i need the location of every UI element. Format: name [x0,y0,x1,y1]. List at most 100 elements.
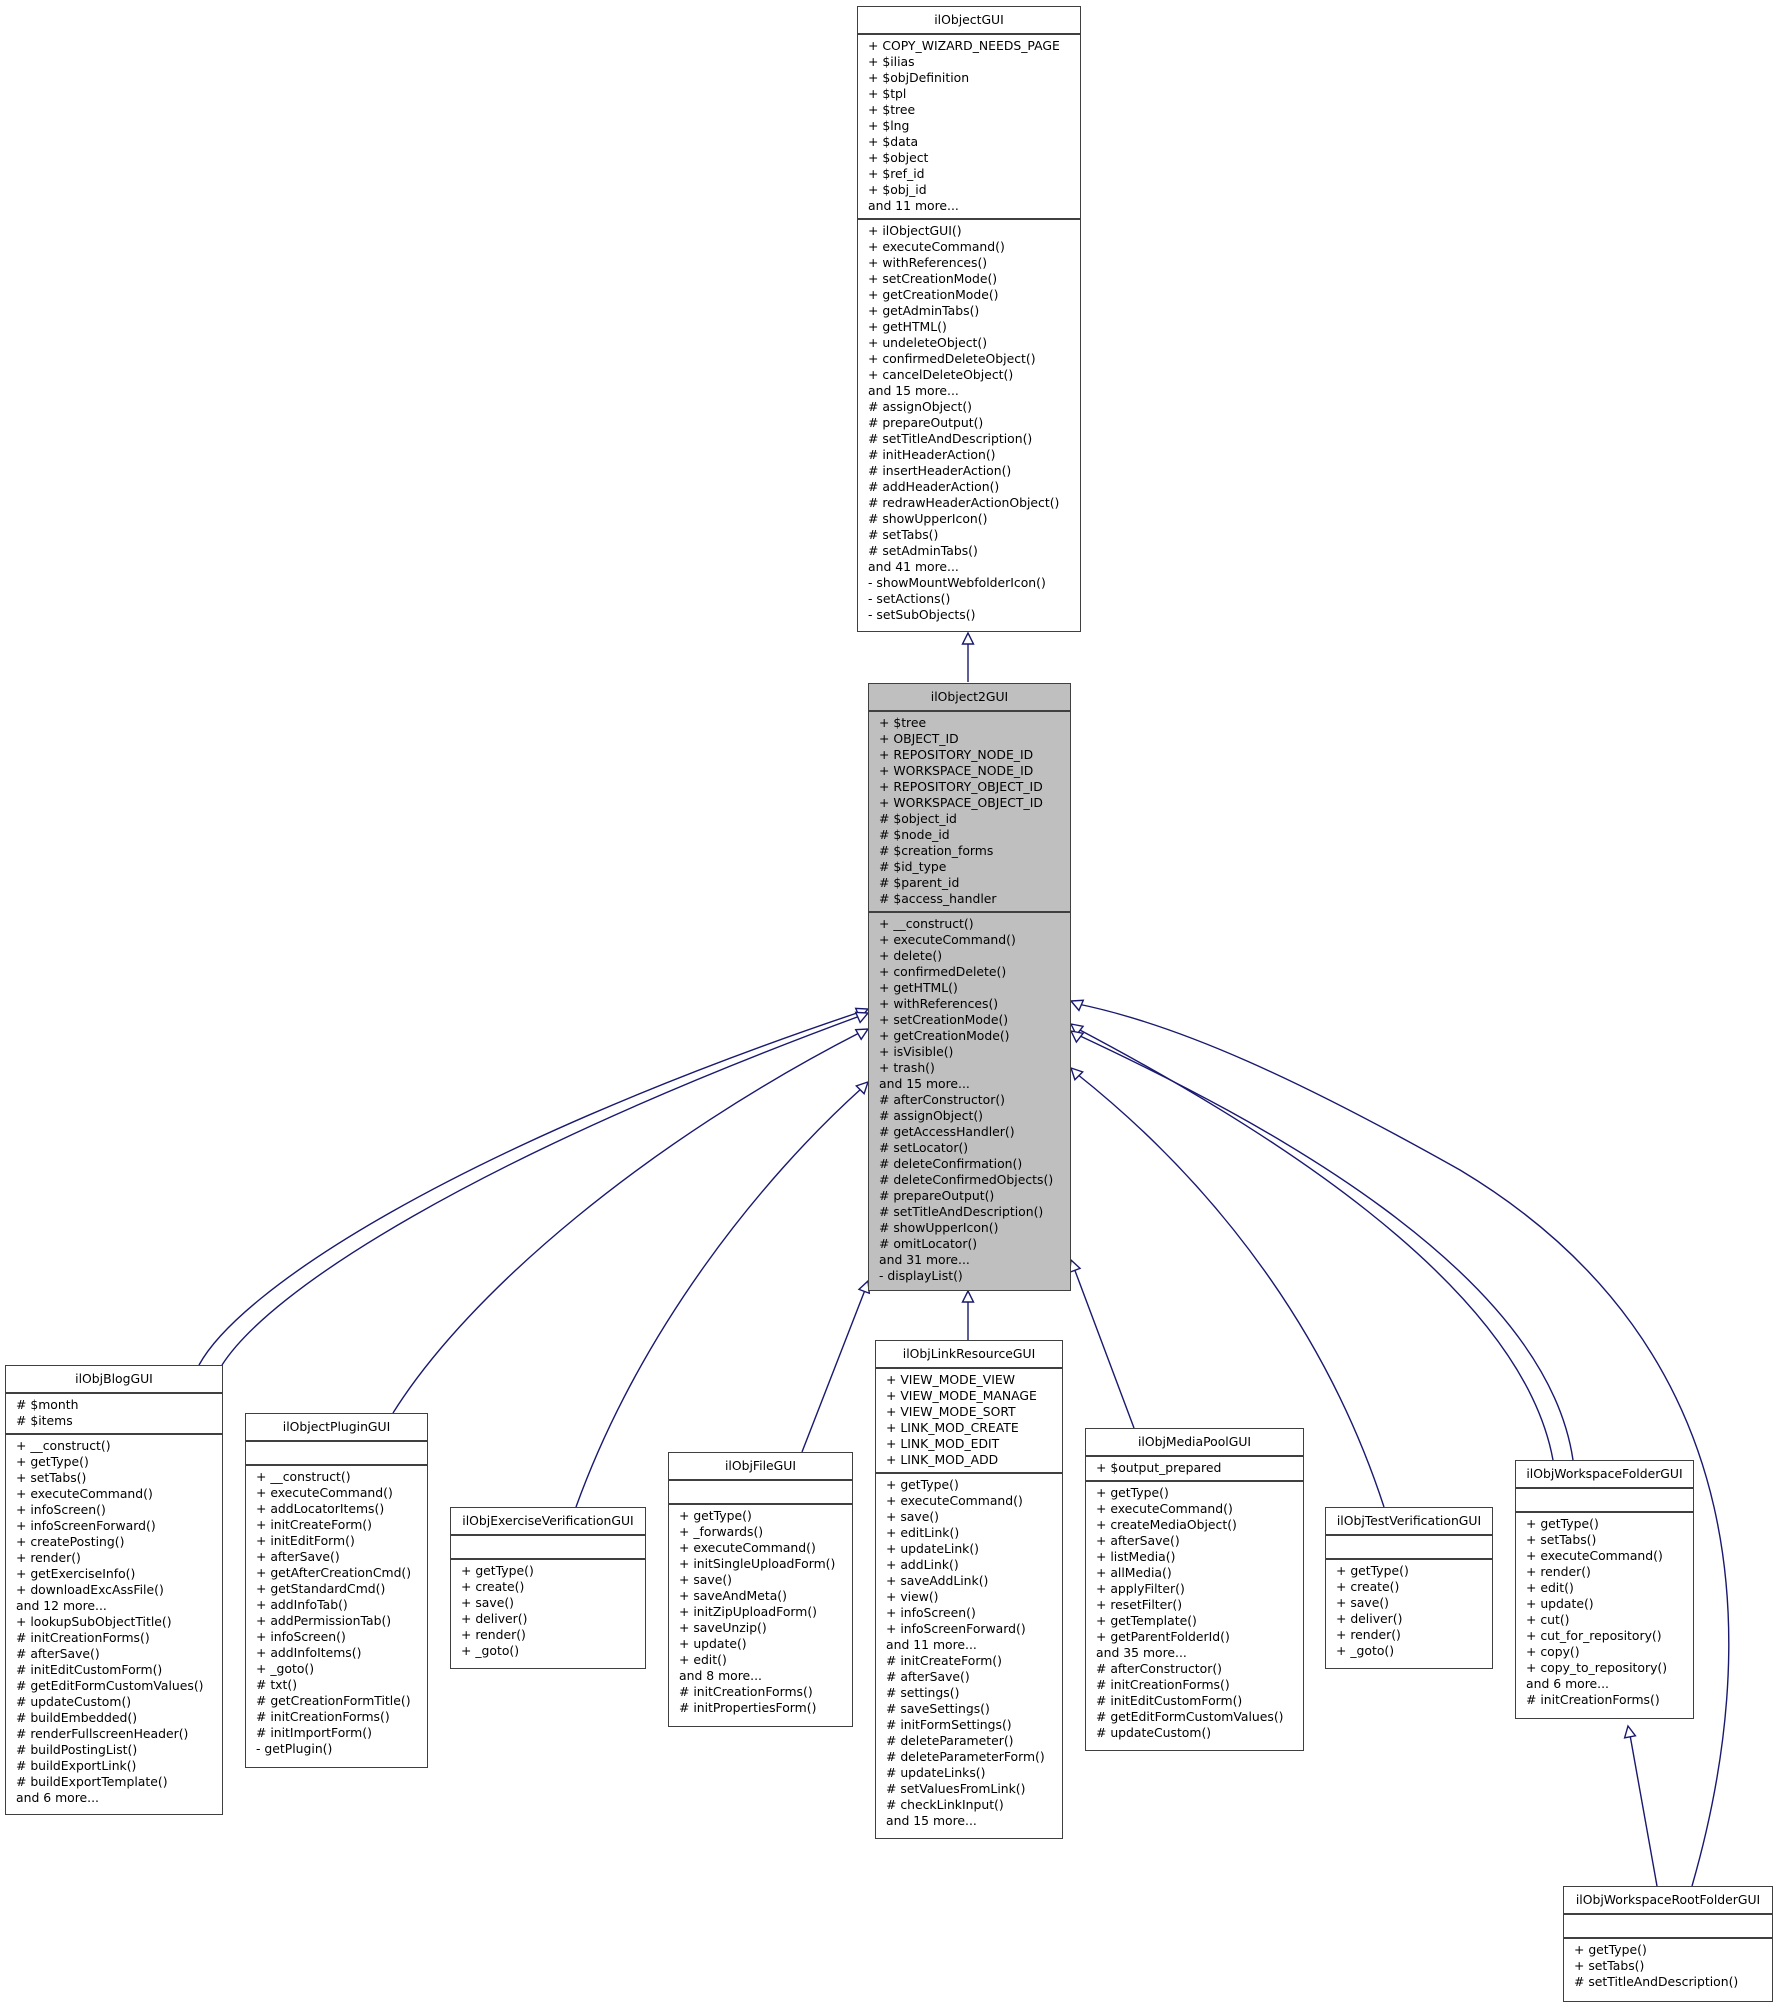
method-item: and 11 more... [886,1637,977,1652]
method-item: + getType() [1574,1942,1647,1957]
attribute-item: + $ref_id [868,166,925,181]
method-item: # initCreationForms() [256,1709,390,1724]
class-name[interactable]: ilObjLinkResourceGUI [876,1341,1062,1369]
attributes-section: + VIEW_MODE_VIEW + VIEW_MODE_MANAGE + VIEW… [876,1369,1062,1472]
methods-section: + getType() + create() + save() + deliver()… [451,1558,645,1663]
class-box-ilobjworkspacerootfoldergui[interactable]: ilObjWorkspaceRootFolderGUI + getType() + … [1563,1886,1773,2002]
attribute-item: and 11 more... [868,198,959,213]
class-name[interactable]: ilObject2GUI [869,684,1070,712]
method-item: # afterConstructor() [879,1092,1005,1107]
method-item: # buildExportLink() [16,1758,137,1773]
method-item: + getAdminTabs() [868,303,980,318]
method-item: + saveUnzip() [679,1620,767,1635]
attribute-item: + WORKSPACE_NODE_ID [879,763,1034,778]
method-item: + getHTML() [879,980,958,995]
class-name[interactable]: ilObjectPluginGUI [246,1414,427,1442]
attribute-item: # $creation_forms [879,843,994,858]
class-name[interactable]: ilObjBlogGUI [6,1366,222,1394]
edge-line [575,1087,863,1508]
class-box-ilobjfilegui[interactable]: ilObjFileGUI + getType() + _forwards() + ex… [668,1452,853,1727]
attribute-item: + $data [868,134,919,149]
method-item: + listMedia() [1096,1549,1176,1564]
method-item: # initEditCustomForm() [1096,1693,1243,1708]
method-item: + executeCommand() [16,1486,153,1501]
method-item: + downloadExcAssFile() [16,1582,164,1597]
method-item: + executeCommand() [1526,1548,1663,1563]
methods-section: + getType() + executeCommand() + save() + e… [876,1472,1062,1833]
method-item: + save() [886,1509,939,1524]
generalization-arrowhead-icon [1623,1724,1637,1739]
method-item: + getType() [1096,1485,1169,1500]
method-item: + create() [1336,1579,1400,1594]
edge-line [221,1015,861,1366]
method-item: + getCreationMode() [868,287,999,302]
attribute-item: # $id_type [879,859,947,874]
method-item: + initZipUploadForm() [679,1604,818,1619]
method-item: + initCreateForm() [256,1517,372,1532]
class-name[interactable]: ilObjFileGUI [669,1453,852,1481]
method-item: + updateLink() [886,1541,980,1556]
attribute-item: + LINK_MOD_EDIT [886,1436,1000,1451]
class-box-ilobjectgui[interactable]: ilObjectGUI + COPY_WIZARD_NEEDS_PAGE + $il… [857,6,1081,632]
method-item: + getType() [461,1563,534,1578]
attribute-item: + $ilias [868,54,915,69]
method-item: + initSingleUploadForm() [679,1556,836,1571]
method-item: + applyFilter() [1096,1581,1185,1596]
method-item: + executeCommand() [879,932,1016,947]
method-item: and 41 more... [868,559,959,574]
class-box-ilobjlinkresourcegui[interactable]: ilObjLinkResourceGUI + VIEW_MODE_VIEW + VI… [875,1340,1063,1839]
generalization-arrowhead-icon [1068,1258,1082,1274]
class-name[interactable]: ilObjMediaPoolGUI [1086,1429,1303,1457]
class-name[interactable]: ilObjExerciseVerificationGUI [451,1508,645,1536]
method-item: # afterConstructor() [1096,1661,1222,1676]
attributes-section [1564,1915,1772,1937]
class-name[interactable]: ilObjWorkspaceRootFolderGUI [1564,1887,1772,1915]
method-item: + cancelDeleteObject() [868,367,1014,382]
attribute-item: + $object [868,150,929,165]
method-item: + executeCommand() [679,1540,816,1555]
method-item: # setTabs() [868,527,939,542]
method-item: # initCreateForm() [886,1653,1002,1668]
method-item: and 31 more... [879,1252,970,1267]
methods-section: + getType() + setTabs() # setTitleAndDescr… [1564,1937,1772,1994]
attributes-section [669,1481,852,1503]
method-item: # buildPostingList() [16,1742,138,1757]
method-item: # updateCustom() [16,1694,132,1709]
generalization-arrowhead-icon [1069,999,1085,1012]
class-box-ilobjexerciseverificationgui[interactable]: ilObjExerciseVerificationGUI + getType() +… [450,1507,646,1669]
method-item: + _goto() [1336,1643,1395,1658]
method-item: - getPlugin() [256,1741,333,1756]
method-item: + infoScreenForward() [16,1518,156,1533]
method-item: + getType() [1526,1516,1599,1531]
method-item: + executeCommand() [1096,1501,1233,1516]
method-item: + initEditForm() [256,1533,355,1548]
class-name[interactable]: ilObjTestVerificationGUI [1326,1508,1492,1536]
attribute-item: + $obj_id [868,182,927,197]
method-item: + infoScreen() [16,1502,106,1517]
method-item: # prepareOutput() [868,415,984,430]
class-box-ilobjtestverificationgui[interactable]: ilObjTestVerificationGUI + getType() + cre… [1325,1507,1493,1669]
class-box-ilobjworkspacefoldergui[interactable]: ilObjWorkspaceFolderGUI + getType() + setT… [1515,1460,1694,1719]
class-box-ilobjbloggui[interactable]: ilObjBlogGUI # $month # $items + __construc… [5,1365,223,1815]
method-item: # initPropertiesForm() [679,1700,817,1715]
class-name[interactable]: ilObjectGUI [858,7,1080,35]
method-item: # omitLocator() [879,1236,978,1251]
class-box-ilobjmediapoolgui[interactable]: ilObjMediaPoolGUI + $output_prepared + get… [1085,1428,1304,1751]
method-item: + getStandardCmd() [256,1581,386,1596]
class-box-ilobject2gui[interactable]: ilObject2GUI + $tree + OBJECT_ID + REPOSITO… [868,683,1071,1291]
method-item: + _forwards() [679,1524,764,1539]
class-box-ilobjectplugingui[interactable]: ilObjectPluginGUI + __construct() + execut… [245,1413,428,1768]
method-item: # setLocator() [879,1140,969,1155]
methods-section: + ilObjectGUI() + executeCommand() + withR… [858,218,1080,627]
method-item: + afterSave() [256,1549,340,1564]
method-item: + getType() [1336,1563,1409,1578]
method-item: # initCreationForms() [1526,1692,1660,1707]
method-item: + undeleteObject() [868,335,988,350]
class-name[interactable]: ilObjWorkspaceFolderGUI [1516,1461,1693,1489]
generalization-arrowhead-icon [961,1289,975,1303]
method-item: # updateCustom() [1096,1725,1212,1740]
method-item: + addLink() [886,1557,959,1572]
attribute-item: + $tree [879,715,927,730]
inheritance-edge-ilobject2gui-to-ilobjectgui [961,631,975,682]
attribute-item: # $parent_id [879,875,960,890]
